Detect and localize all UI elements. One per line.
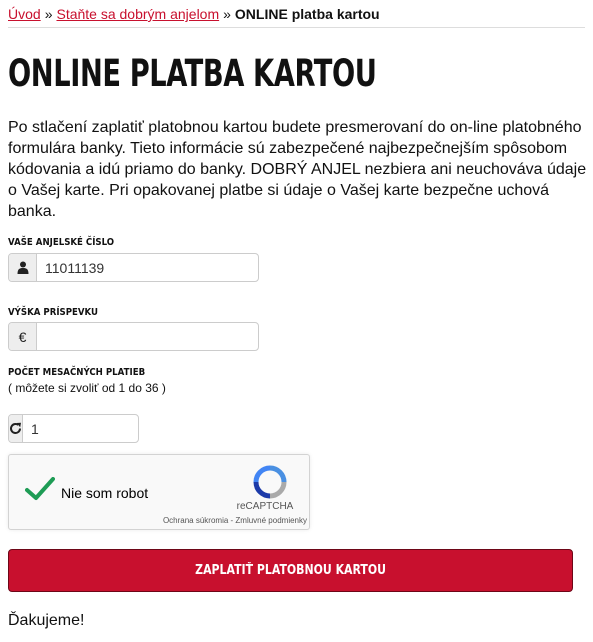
payments-count-input[interactable] <box>23 415 138 442</box>
pay-by-card-button[interactable]: ZAPLATIŤ PLATOBNOU KARTOU <box>8 549 573 592</box>
angel-number-field <box>8 253 259 282</box>
recaptcha-widget: Nie som robot reCAPTCHA Ochrana súkromia… <box>8 454 310 530</box>
amount-label: VÝŠKA PRÍSPEVKU <box>8 307 99 318</box>
amount-field: € <box>8 322 259 351</box>
page-title: ONLINE PLATBA KARTOU <box>8 52 377 95</box>
breadcrumb: Úvod» Staňte sa dobrým anjelom» ONLINE pla… <box>8 6 380 22</box>
breadcrumb-current: ONLINE platba kartou <box>234 6 380 22</box>
intro-text: Po stlačení zaplatiť platobnou kartou bu… <box>8 119 587 220</box>
breadcrumb-divider <box>8 27 585 28</box>
breadcrumb-become-angel-link[interactable]: Staňte sa dobrým anjelom <box>56 6 219 22</box>
recaptcha-terms-link[interactable]: Ochrana súkromia - Zmluvné podmienky <box>154 516 307 525</box>
recaptcha-brand: reCAPTCHA <box>236 501 294 512</box>
recaptcha-logo-icon <box>253 465 287 504</box>
recaptcha-checkmark-icon[interactable] <box>25 477 55 506</box>
payments-count-hint: ( môžete si zvoliť od 1 do 36 ) <box>8 381 166 395</box>
user-icon <box>9 254 37 281</box>
angel-number-input[interactable] <box>37 254 258 281</box>
breadcrumb-separator: » <box>44 6 53 22</box>
payments-count-label: POČET MESAČNÝCH PLATIEB <box>8 367 146 378</box>
payments-count-field <box>8 414 139 443</box>
breadcrumb-home-link[interactable]: Úvod <box>8 6 41 22</box>
thanks-text: Ďakujeme! <box>8 612 85 629</box>
recaptcha-label: Nie som robot <box>61 485 149 501</box>
angel-number-label: VAŠE ANJELSKÉ ČÍSLO <box>8 237 115 248</box>
euro-icon: € <box>9 323 37 350</box>
amount-input[interactable] <box>37 323 258 350</box>
pay-by-card-label: ZAPLATIŤ PLATOBNOU KARTOU <box>195 563 386 578</box>
breadcrumb-separator: » <box>223 6 231 22</box>
refresh-icon <box>9 415 23 442</box>
